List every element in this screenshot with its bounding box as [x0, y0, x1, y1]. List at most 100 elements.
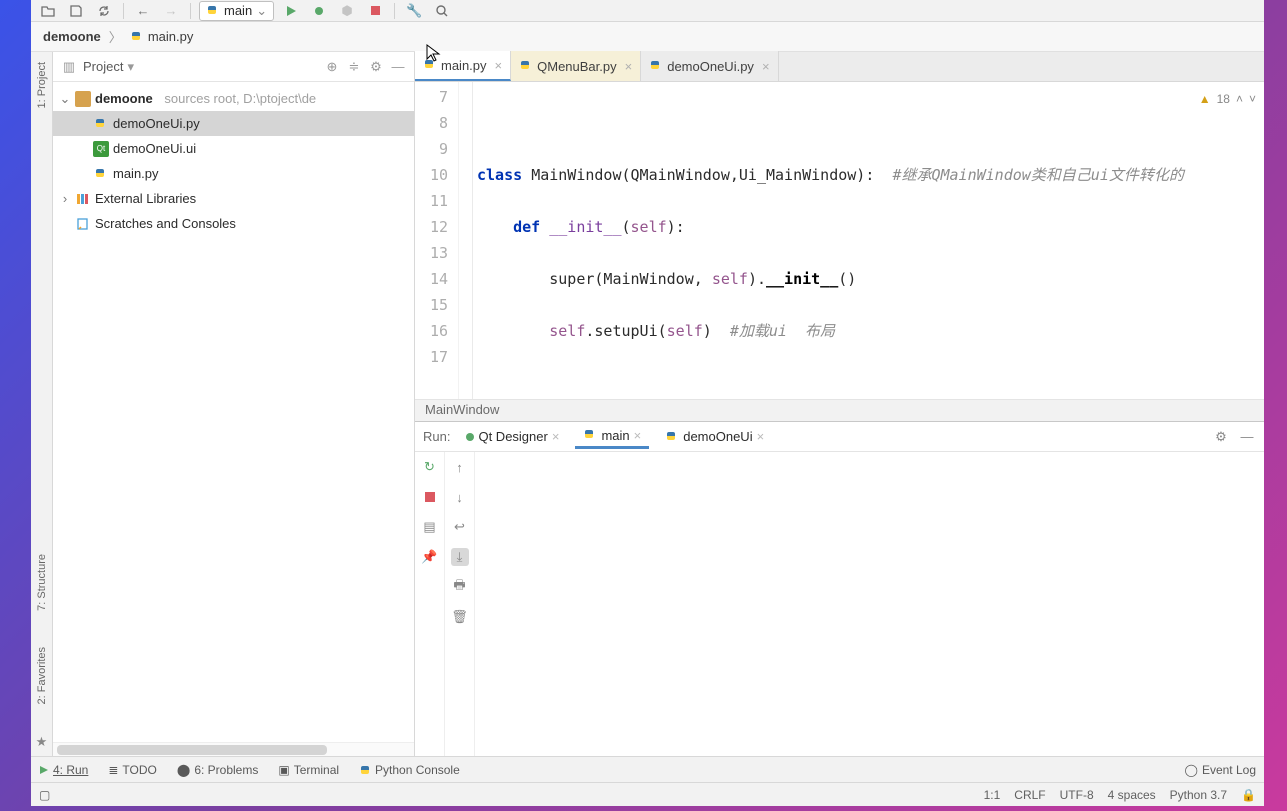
tree-item[interactable]: main.py — [53, 161, 414, 186]
code-content[interactable]: class MainWindow(QMainWindow,Ui_MainWind… — [473, 82, 1264, 399]
bottom-tool-stripe: 4: Run ≣ TODO ⬤ 6: Problems ▣ Terminal P… — [31, 756, 1264, 782]
tool-windows-toggle-icon[interactable]: ▢ — [39, 788, 50, 802]
run-tool-window: Run: Qt Designer× main× demoOneUi× ⚙ — ↻… — [415, 421, 1264, 756]
star-icon[interactable]: ★ — [36, 734, 48, 756]
back-icon[interactable]: ← — [132, 2, 154, 20]
project-panel-title[interactable]: Project ▾ — [83, 59, 318, 75]
close-tab-icon[interactable]: × — [621, 59, 633, 74]
status-bar: ▢ 1:1 CRLF UTF-8 4 spaces Python 3.7 🔒 — [31, 782, 1264, 806]
python-icon — [423, 58, 437, 72]
search-icon[interactable] — [431, 2, 453, 20]
wrench-icon[interactable]: 🔧 — [403, 2, 425, 20]
python-icon — [665, 430, 679, 444]
close-tab-icon[interactable]: × — [758, 59, 770, 74]
open-icon[interactable] — [37, 2, 59, 20]
soft-wrap-icon[interactable]: ↩ — [451, 518, 469, 536]
rerun-icon[interactable]: ↻ — [421, 458, 439, 476]
debug-icon[interactable] — [308, 2, 330, 20]
scroll-to-end-icon[interactable]: ⤓ — [451, 548, 469, 566]
status-indent[interactable]: 4 spaces — [1108, 788, 1156, 802]
line-number-gutter: 7891011121314151617 — [415, 82, 459, 399]
project-view-icon: ▥ — [61, 59, 77, 75]
close-tab-icon[interactable]: × — [491, 58, 503, 73]
gear-icon[interactable]: ⚙ — [1212, 428, 1230, 446]
close-tab-icon[interactable]: × — [634, 428, 642, 443]
bottom-tab-todo[interactable]: ≣ TODO — [108, 763, 157, 777]
horizontal-scroll[interactable] — [53, 742, 414, 756]
print-icon[interactable]: 🖶 — [451, 578, 469, 596]
tree-scratches[interactable]: Scratches and Consoles — [53, 211, 414, 236]
main-toolbar: ← → main ⌄ ⬢ 🔧 — [31, 0, 1264, 22]
stop-icon[interactable] — [421, 488, 439, 506]
run-config-name: main — [224, 3, 252, 18]
running-dot-icon — [466, 433, 474, 441]
breadcrumb-project[interactable]: demoone — [43, 29, 101, 44]
trash-icon[interactable]: 🗑 — [451, 608, 469, 626]
sync-icon[interactable] — [93, 2, 115, 20]
bottom-tab-pyconsole[interactable]: Python Console — [359, 763, 460, 777]
status-python[interactable]: Python 3.7 — [1170, 788, 1227, 802]
save-all-icon[interactable] — [65, 2, 87, 20]
hide-icon[interactable]: — — [390, 59, 406, 75]
qt-ui-icon: Qt — [93, 141, 109, 157]
close-tab-icon[interactable]: × — [757, 429, 765, 444]
locate-icon[interactable]: ⊕ — [324, 59, 340, 75]
run-tab-qtdesigner[interactable]: Qt Designer× — [458, 426, 567, 447]
bottom-tab-run[interactable]: 4: Run — [39, 763, 88, 777]
chevron-right-icon: 〉 — [109, 27, 122, 46]
gear-icon[interactable]: ⚙ — [368, 59, 384, 75]
status-encoding[interactable]: UTF-8 — [1060, 788, 1094, 802]
chevron-right-icon[interactable]: › — [59, 191, 71, 206]
project-tool-window: ▥ Project ▾ ⊕ ≑ ⚙ — ⌄ demoone sources ro… — [53, 52, 415, 756]
coverage-icon[interactable]: ⬢ — [336, 2, 358, 20]
hide-icon[interactable]: — — [1238, 428, 1256, 446]
bottom-tab-eventlog[interactable]: ◯ Event Log — [1185, 763, 1256, 777]
run-tab-main[interactable]: main× — [575, 425, 649, 449]
editor-inspection-status[interactable]: ▲ 18 ˄ ˅ — [1199, 86, 1256, 112]
tree-external-libs[interactable]: › External Libraries — [53, 186, 414, 211]
collapse-icon[interactable]: ≑ — [346, 59, 362, 75]
python-icon — [93, 166, 109, 182]
python-icon — [359, 764, 371, 776]
lock-icon[interactable]: 🔒 — [1241, 788, 1256, 802]
fold-gutter[interactable] — [459, 82, 473, 399]
status-caret[interactable]: 1:1 — [984, 788, 1001, 802]
pin-icon[interactable]: 📌 — [421, 548, 439, 566]
tree-item[interactable]: Qt demoOneUi.ui — [53, 136, 414, 161]
libraries-icon — [75, 191, 91, 207]
python-icon — [583, 428, 597, 442]
python-icon — [519, 59, 533, 73]
layout-icon[interactable]: ▤ — [421, 518, 439, 536]
folder-icon — [75, 91, 91, 107]
down-icon[interactable]: ↓ — [451, 488, 469, 506]
tree-item[interactable]: demoOneUi.py — [53, 111, 414, 136]
navigation-bar: demoone 〉 main.py — [31, 22, 1264, 52]
bottom-tab-terminal[interactable]: ▣ Terminal — [278, 763, 339, 777]
stop-icon[interactable] — [364, 2, 386, 20]
tool-project-tab[interactable]: 1: Project — [36, 56, 48, 114]
close-tab-icon[interactable]: × — [552, 429, 560, 444]
editor-tab-qmenubar[interactable]: QMenuBar.py× — [511, 51, 641, 81]
code-editor[interactable]: ▲ 18 ˄ ˅ 7891011121314151617 class MainW… — [415, 82, 1264, 399]
run-tab-demooneui[interactable]: demoOneUi× — [657, 426, 772, 447]
status-line-separator[interactable]: CRLF — [1014, 788, 1045, 802]
chevron-down-icon[interactable]: ˅ — [1249, 86, 1256, 112]
bottom-tab-problems[interactable]: ⬤ 6: Problems — [177, 763, 258, 777]
editor-breadcrumb[interactable]: MainWindow — [415, 399, 1264, 421]
breadcrumb-file[interactable]: main.py — [130, 29, 194, 44]
run-icon[interactable] — [280, 2, 302, 20]
tool-structure-tab[interactable]: 7: Structure — [36, 548, 48, 617]
chevron-up-icon[interactable]: ˄ — [1236, 86, 1243, 112]
run-console-output[interactable] — [475, 452, 1264, 756]
run-label: Run: — [423, 429, 450, 444]
editor-tab-demooneui[interactable]: demoOneUi.py× — [641, 51, 778, 81]
left-tool-stripe: 1: Project 7: Structure 2: Favorites ★ — [31, 52, 53, 756]
forward-icon[interactable]: → — [160, 2, 182, 20]
editor-tab-main[interactable]: main.py× — [415, 51, 511, 81]
tree-root[interactable]: ⌄ demoone sources root, D:\ptoject\de — [53, 86, 414, 111]
tool-favorites-tab[interactable]: 2: Favorites — [36, 641, 48, 710]
up-icon[interactable]: ↑ — [451, 458, 469, 476]
warning-icon: ▲ — [1199, 86, 1211, 112]
chevron-down-icon[interactable]: ⌄ — [59, 91, 71, 107]
run-config-selector[interactable]: main ⌄ — [199, 1, 274, 21]
